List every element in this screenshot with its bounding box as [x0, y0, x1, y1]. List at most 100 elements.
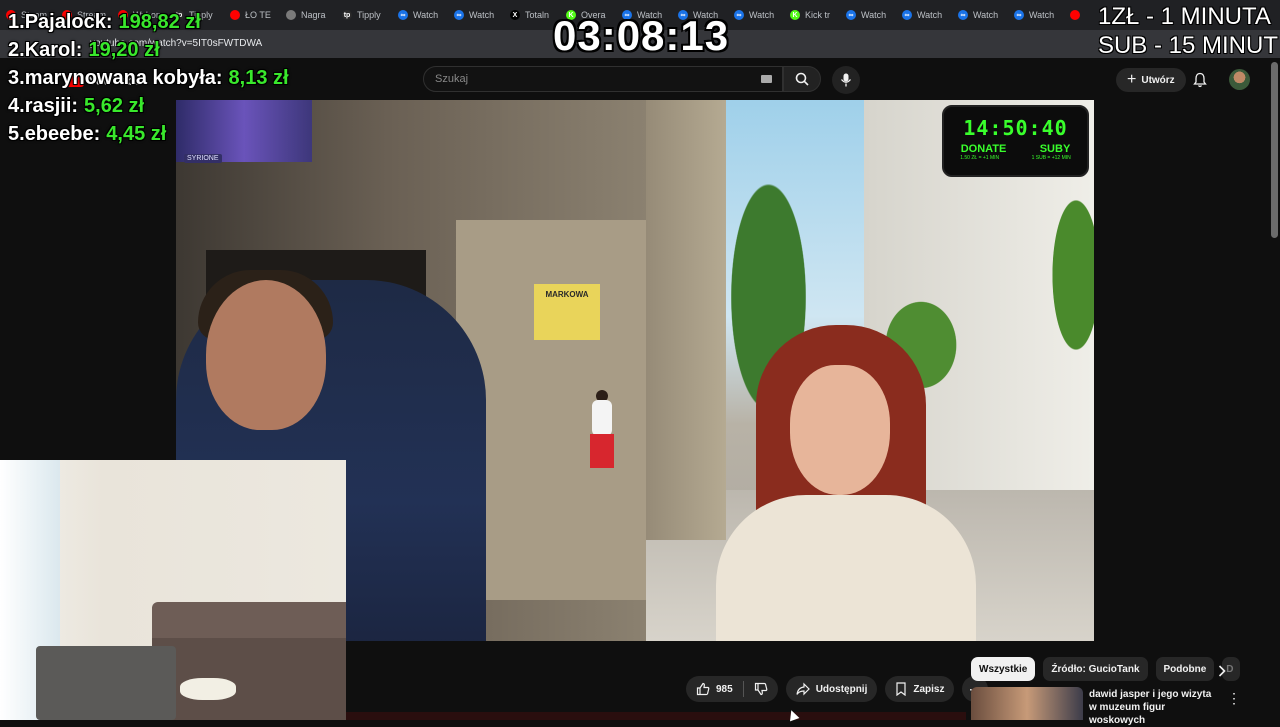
tab-favicon-icon: ∞ — [454, 10, 464, 20]
filter-chip[interactable]: Podobne — [1155, 657, 1215, 681]
browser-tab-label: Totaln — [525, 10, 550, 20]
share-icon — [796, 682, 810, 696]
search-input[interactable]: Szukaj — [423, 66, 783, 92]
save-label: Zapisz — [913, 683, 945, 695]
leaderboard-amount: 8,13 zł — [228, 66, 289, 89]
leaderboard-amount: 198,82 zł — [118, 10, 201, 33]
rule-line: 1ZŁ - 1 MINUTA — [1097, 3, 1271, 30]
related-filter-chips: Wszystkie Źródło: GucioTank Podobne D — [971, 657, 1241, 681]
thumbs-up-icon — [696, 682, 710, 696]
voice-search-button[interactable] — [832, 66, 860, 94]
browser-tab-label: Watch — [413, 10, 439, 20]
chips-next-button[interactable] — [1212, 661, 1232, 681]
share-button[interactable]: Udostępnij — [785, 676, 878, 702]
microphone-icon — [840, 73, 852, 87]
tab-favicon-icon: ∞ — [1014, 10, 1024, 20]
share-label: Udostępnij — [815, 683, 868, 695]
tab-favicon-icon: ∞ — [398, 10, 408, 20]
browser-tab[interactable]: K Kick tr — [784, 4, 840, 26]
browser-tab[interactable]: ∞ Watch — [448, 4, 504, 26]
browser-tab[interactable]: ∞ Watch — [840, 4, 896, 26]
leaderboard-amount: 19,20 zł — [88, 38, 160, 61]
browser-tab[interactable]: ∞ Watch — [728, 4, 784, 26]
subathon-timer: 14:50:40 — [963, 116, 1068, 140]
search-icon — [795, 72, 809, 86]
leaderboard-donor: 2.Karol: — [8, 39, 82, 62]
like-dislike-group: 985 — [686, 676, 778, 702]
leaderboard-rank: 5. — [8, 122, 25, 145]
like-count: 985 — [716, 683, 733, 695]
stream-timer: 03:08:13 — [553, 12, 730, 59]
recommendation-title[interactable]: dawid jasper i jego wizyta w muzeum figu… — [1089, 688, 1219, 727]
recommendation-thumbnail[interactable] — [971, 687, 1083, 720]
leaderboard-row: 2.Karol: 19,20 zł — [8, 36, 289, 64]
browser-tab[interactable]: ∞ Watch — [1008, 4, 1064, 26]
notifications-button[interactable] — [1190, 70, 1210, 90]
tab-favicon-icon: tp — [342, 10, 352, 20]
recommendation-menu-button[interactable]: ⋮ — [1226, 690, 1242, 706]
like-button[interactable]: 985 — [686, 676, 743, 702]
browser-tab-label: Watch — [1029, 10, 1055, 20]
more-vertical-icon: ⋮ — [1227, 689, 1241, 706]
tab-favicon-icon: ∞ — [734, 10, 744, 20]
leaderboard-donor: 3.marynowana kobyła: — [8, 67, 223, 90]
webcam-overlay — [0, 460, 346, 720]
video-person-redhead — [716, 325, 976, 641]
subathon-timer-overlay: 14:50:40 DONATE SUBY 1.50 ZŁ = +1 MIN 1 … — [942, 105, 1089, 177]
browser-tab-label: Watch — [917, 10, 943, 20]
browser-tab[interactable]: ∞ Watch — [896, 4, 952, 26]
browser-tab-label: Watch — [861, 10, 887, 20]
donation-leaderboard: 1.Pajalock: 198,82 zł 2.Karol: 19,20 zł 3.ma… — [8, 8, 289, 148]
video-pedestrian — [588, 390, 616, 500]
account-avatar[interactable] — [1229, 69, 1250, 90]
keyboard-icon[interactable] — [761, 75, 772, 83]
bell-icon — [1193, 72, 1207, 88]
filter-chip[interactable]: Wszystkie — [971, 657, 1036, 681]
leaderboard-rank: 2. — [8, 38, 25, 61]
leaderboard-amount: 4,45 zł — [106, 122, 167, 145]
leaderboard-amount: 5,62 zł — [84, 94, 145, 117]
page-scrollbar[interactable] — [1271, 62, 1278, 238]
filter-chip[interactable]: Źródło: GucioTank — [1043, 657, 1148, 681]
video-actions: 985 Udostępnij Zapisz ⋯ — [686, 676, 989, 702]
browser-tab[interactable]: tp Tipply — [336, 4, 392, 26]
dislike-button[interactable] — [744, 676, 778, 702]
leaderboard-name: marynowana kobyła: — [24, 66, 223, 89]
tab-favicon-icon: ∞ — [958, 10, 968, 20]
create-button[interactable]: + Utwórz — [1116, 68, 1186, 92]
leaderboard-name: rasjii: — [24, 94, 79, 117]
tab-favicon-icon — [1070, 10, 1080, 20]
browser-tab[interactable]: ∞ Watch — [952, 4, 1008, 26]
tab-favicon-icon: ∞ — [846, 10, 856, 20]
leaderboard-row: 1.Pajalock: 198,82 zł — [8, 8, 289, 36]
leaderboard-rank: 3. — [8, 66, 25, 89]
bookmark-icon — [896, 682, 906, 696]
rule-line: SUB - 15 MINUT — [1097, 32, 1278, 59]
leaderboard-row: 5.ebeebe: 4,45 zł — [8, 120, 289, 148]
tab-favicon-icon: K — [790, 10, 800, 20]
donation-rules: 1ZŁ - 1 MINUTA SUB - 15 MINUT — [1098, 2, 1278, 60]
leaderboard-donor: 4.rasjii: — [8, 95, 78, 118]
search-placeholder: Szukaj — [435, 73, 469, 85]
video-tree — [1046, 180, 1094, 370]
channel-badge: SYRIONE — [184, 154, 222, 163]
leaderboard-name: Karol: — [24, 38, 83, 61]
browser-tab[interactable]: ∞ Watch — [392, 4, 448, 26]
plus-icon: + — [1127, 71, 1137, 88]
browser-tab-label: Watch — [469, 10, 495, 20]
leaderboard-rank: 1. — [8, 10, 25, 33]
donate-rate: 1.50 ZŁ = +1 MIN — [960, 155, 1000, 161]
search-button[interactable] — [783, 66, 821, 92]
create-label: Utwórz — [1141, 74, 1175, 86]
suby-rate: 1 SUB = +12 MIN — [1031, 155, 1071, 161]
leaderboard-donor: 1.Pajalock: — [8, 11, 113, 34]
video-shop-sign: MARKOWA — [534, 284, 600, 340]
browser-tab-label: Tipply — [357, 10, 381, 20]
leaderboard-row: 4.rasjii: 5,62 zł — [8, 92, 289, 120]
browser-tab[interactable]: X Totaln — [504, 4, 560, 26]
video-progress-bar[interactable] — [346, 712, 966, 720]
tab-favicon-icon: X — [510, 10, 520, 20]
save-button[interactable]: Zapisz — [885, 676, 955, 702]
browser-tab-label: Nagra — [301, 10, 326, 20]
browser-tab-label: Kick tr — [805, 10, 831, 20]
